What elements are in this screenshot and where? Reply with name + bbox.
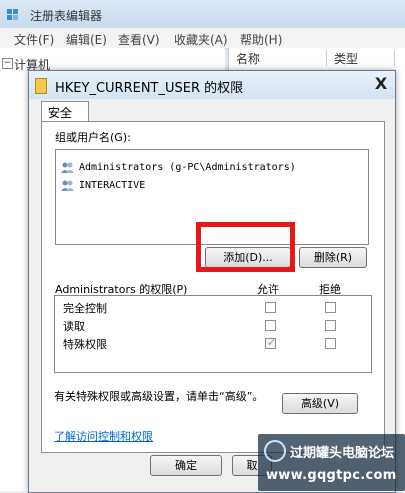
deny-checkbox-full-control[interactable] (325, 302, 336, 313)
allow-checkbox-read[interactable] (265, 320, 276, 331)
access-control-help-link[interactable]: 了解访问控制和权限 (54, 428, 153, 444)
menu-edit[interactable]: 编辑(E) (66, 31, 107, 48)
checkmark-icon: ✓ (267, 336, 277, 349)
permission-name: 完全控制 (63, 302, 107, 315)
users-icon (61, 180, 74, 191)
regedit-titlebar: 注册表编辑器 (0, 0, 405, 28)
dialog-titlebar: HKEY_CURRENT_USER 的权限 X (29, 71, 395, 99)
deny-checkbox-read[interactable] (325, 320, 336, 331)
highlight-annotation (196, 222, 295, 272)
user-name: INTERACTIVE (79, 179, 146, 191)
advanced-button[interactable]: 高级(V) (282, 393, 358, 414)
regedit-title: 注册表编辑器 (30, 9, 103, 23)
permission-name: 特殊权限 (63, 338, 107, 351)
permissions-table: 完全控制 读取 特殊权限 ✓ (54, 295, 372, 373)
allow-checkbox-special[interactable]: ✓ (265, 336, 277, 349)
forum-logo-icon (264, 440, 286, 462)
menu-favorites[interactable]: 收藏夹(A) (174, 31, 228, 48)
tab-security[interactable]: 安全 (41, 101, 89, 121)
remove-button[interactable]: 删除(R) (299, 247, 367, 268)
list-item-administrators[interactable]: Administrators (g-PC\Administrators) (60, 158, 296, 176)
groups-label: 组或用户名(G): (55, 131, 131, 144)
close-button[interactable]: X (371, 75, 391, 94)
user-name: Administrators (g-PC\Administrators) (79, 161, 296, 173)
dialog-title: HKEY_CURRENT_USER 的权限 (55, 81, 244, 96)
tree-expand-icon[interactable]: − (2, 58, 13, 69)
list-item-interactive[interactable]: INTERACTIVE (60, 176, 145, 194)
regedit-app-icon (7, 9, 18, 20)
menu-file[interactable]: 文件(F) (14, 31, 54, 48)
regedit-menubar: 文件(F) 编辑(E) 查看(V) 收藏夹(A) 帮助(H) (0, 28, 405, 49)
users-icon (61, 162, 74, 173)
allow-checkbox-full-control[interactable] (265, 302, 276, 313)
menu-view[interactable]: 查看(V) (118, 31, 160, 48)
column-header-type[interactable]: 类型 (330, 50, 395, 66)
column-header-name[interactable]: 名称 (232, 50, 327, 66)
watermark-name: 过期罐头电脑论坛 (290, 446, 395, 461)
deny-checkbox-special[interactable] (325, 338, 336, 349)
site-watermark: 过期罐头电脑论坛 www.gqgtpc.com (258, 434, 405, 491)
ok-button[interactable]: 确定 (150, 455, 222, 476)
special-permissions-text: 有关特殊权限或高级设置，请单击“高级”。 (54, 390, 264, 403)
permission-name: 读取 (63, 320, 85, 333)
folder-icon (35, 78, 47, 94)
menu-help[interactable]: 帮助(H) (240, 31, 282, 48)
watermark-url: www.gqgtpc.com (266, 468, 397, 483)
